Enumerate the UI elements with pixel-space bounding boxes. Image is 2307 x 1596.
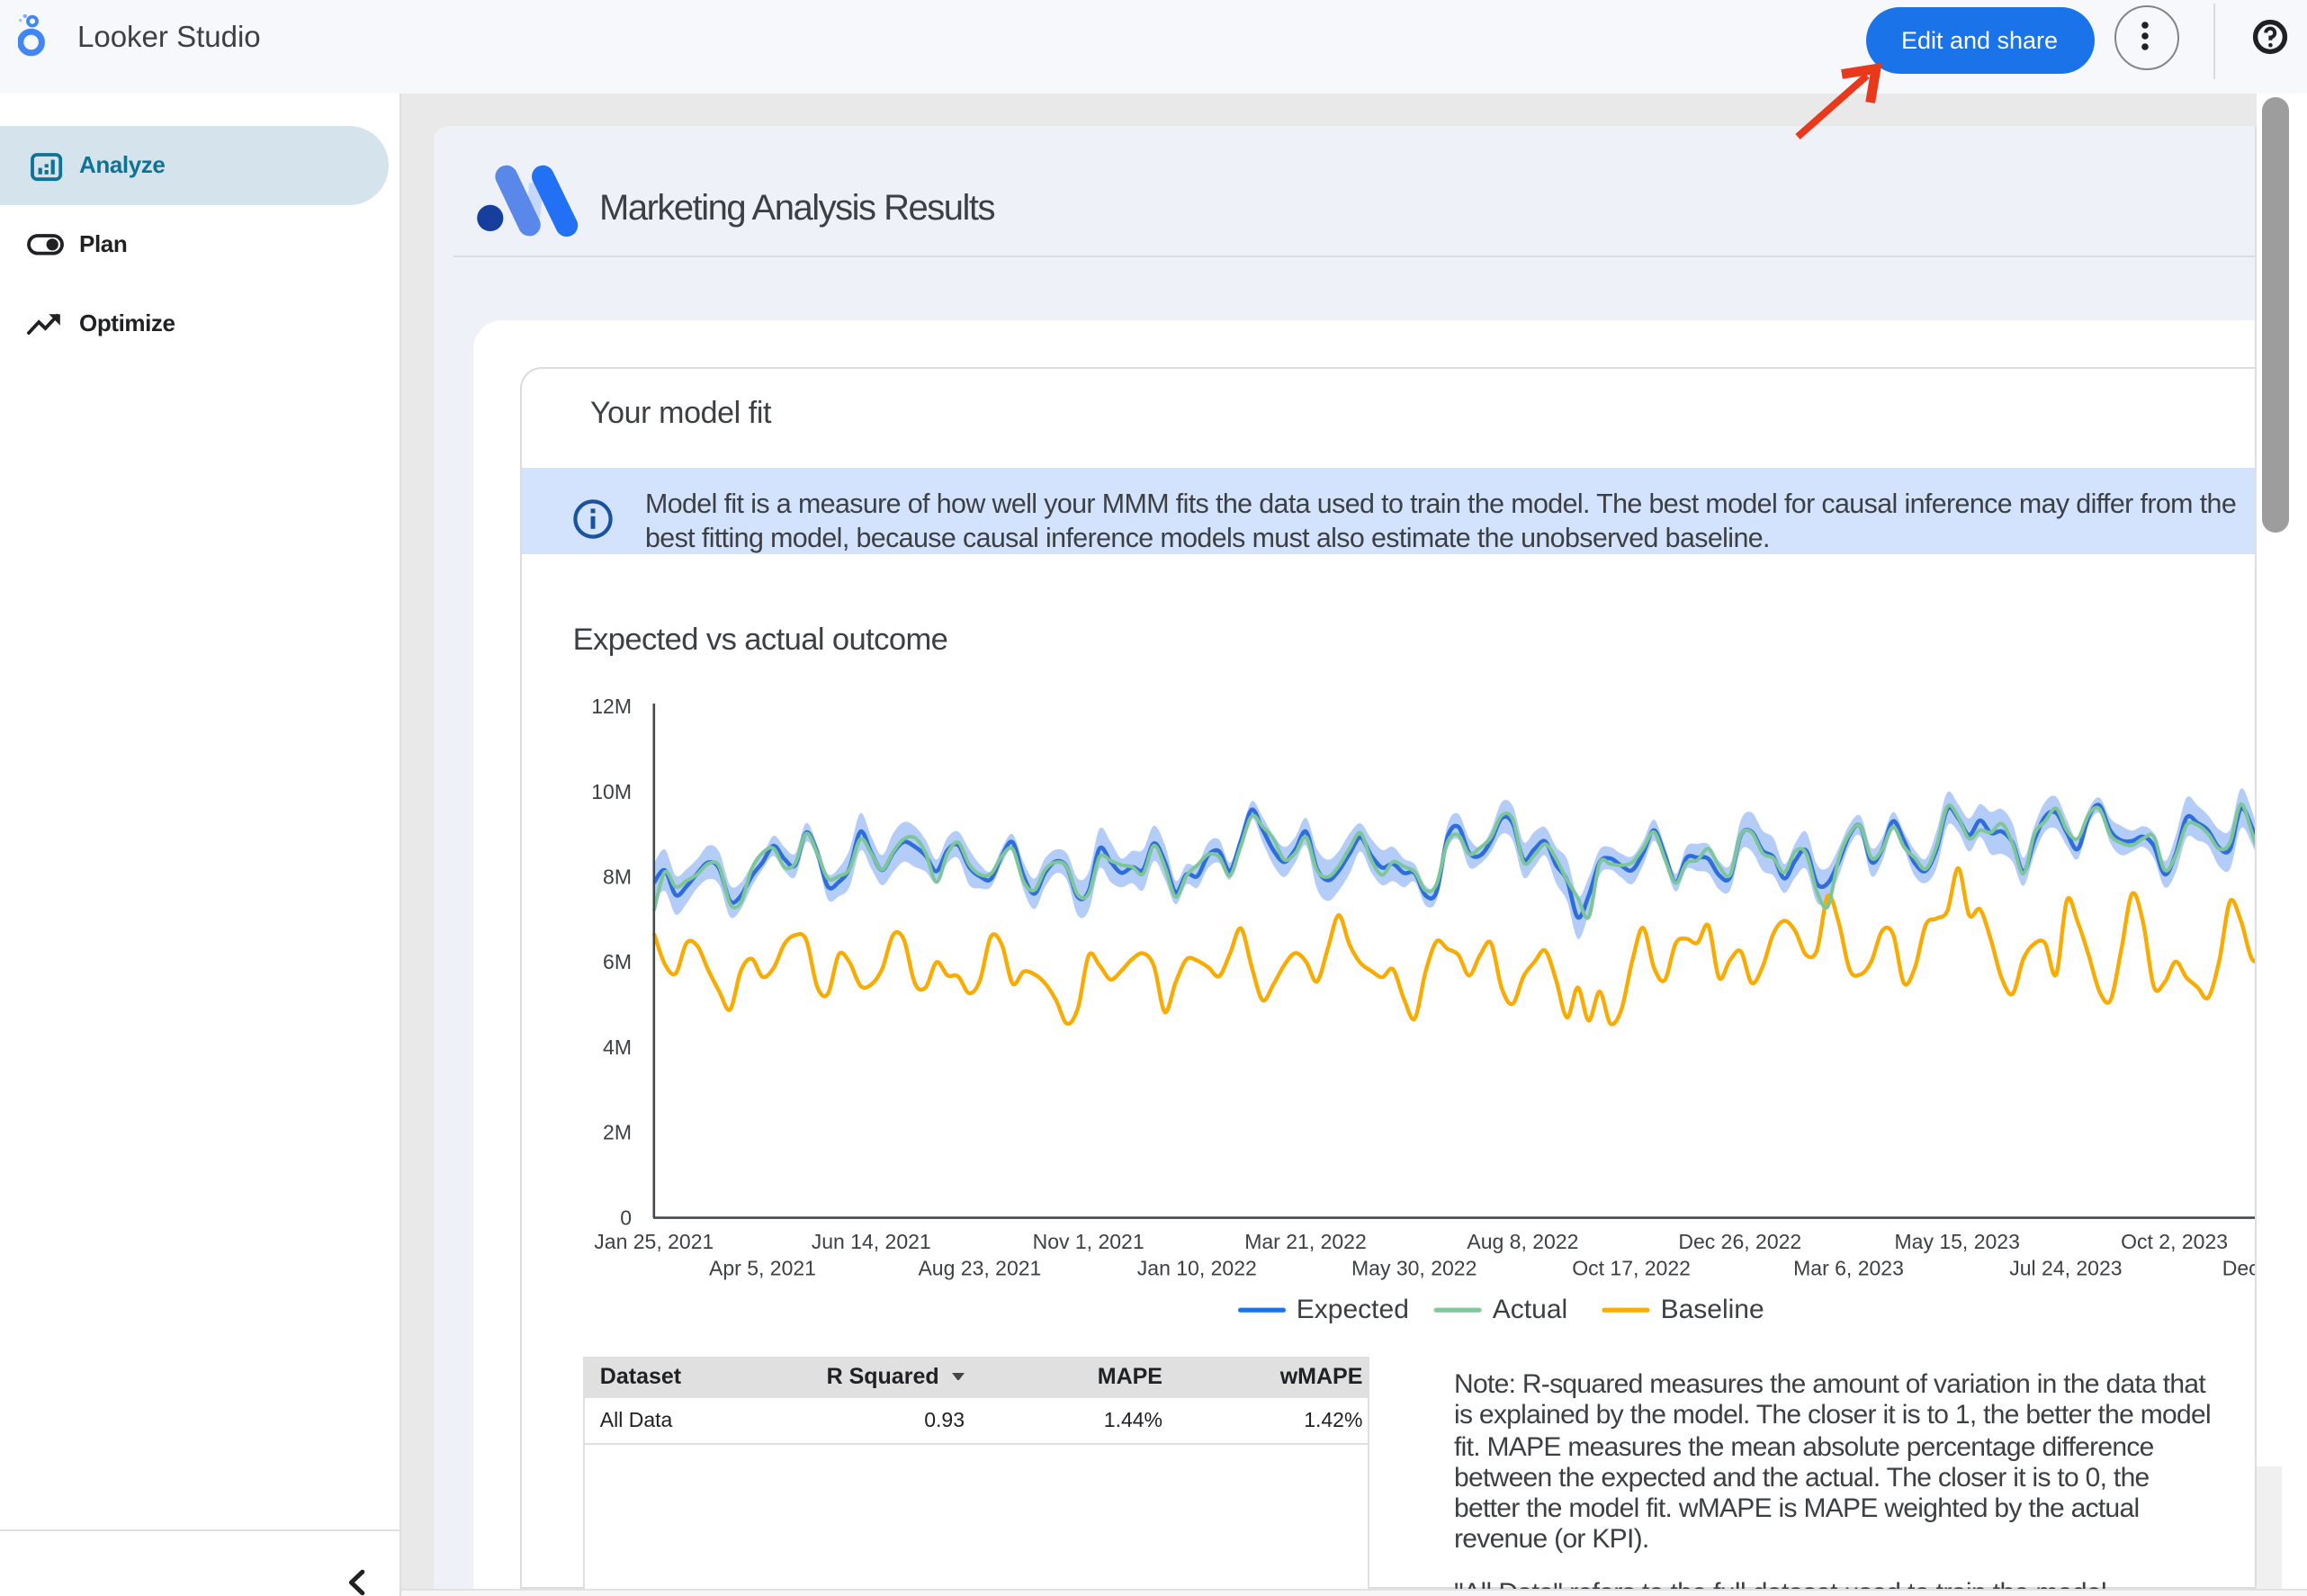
svg-text:Baseline: Baseline	[1661, 1295, 1764, 1324]
svg-text:Jul 24, 2023: Jul 24, 2023	[2009, 1257, 2122, 1280]
svg-text:May 15, 2023: May 15, 2023	[1895, 1230, 2020, 1253]
svg-text:Dec 26, 2022: Dec 26, 2022	[1678, 1230, 1801, 1253]
svg-text:Aug 23, 2021: Aug 23, 2021	[918, 1257, 1041, 1280]
svg-text:Oct 2, 2023: Oct 2, 2023	[2121, 1230, 2228, 1253]
svg-text:12M: 12M	[591, 695, 632, 718]
svg-text:Apr 5, 2021: Apr 5, 2021	[709, 1257, 816, 1280]
svg-text:Aug 8, 2022: Aug 8, 2022	[1467, 1230, 1578, 1253]
svg-text:Expected: Expected	[1297, 1295, 1409, 1324]
svg-text:Dec 11, 2023: Dec 11, 2023	[2222, 1257, 2255, 1280]
svg-text:8M: 8M	[603, 865, 632, 888]
svg-text:Jan 10, 2022: Jan 10, 2022	[1137, 1257, 1257, 1280]
svg-text:Mar 6, 2023: Mar 6, 2023	[1793, 1257, 1904, 1280]
svg-text:4M: 4M	[603, 1036, 632, 1059]
svg-text:Actual: Actual	[1493, 1295, 1567, 1324]
svg-text:Mar 21, 2022: Mar 21, 2022	[1244, 1230, 1367, 1253]
svg-text:May 30, 2022: May 30, 2022	[1351, 1257, 1477, 1280]
svg-text:2M: 2M	[603, 1121, 632, 1144]
svg-text:Jan 25, 2021: Jan 25, 2021	[594, 1230, 714, 1253]
svg-text:Nov 1, 2021: Nov 1, 2021	[1033, 1230, 1145, 1253]
svg-text:Jun 14, 2021: Jun 14, 2021	[812, 1230, 931, 1253]
svg-text:Oct 17, 2022: Oct 17, 2022	[1572, 1257, 1691, 1280]
svg-text:10M: 10M	[591, 780, 632, 803]
svg-text:0: 0	[620, 1206, 632, 1229]
svg-text:6M: 6M	[603, 950, 632, 973]
